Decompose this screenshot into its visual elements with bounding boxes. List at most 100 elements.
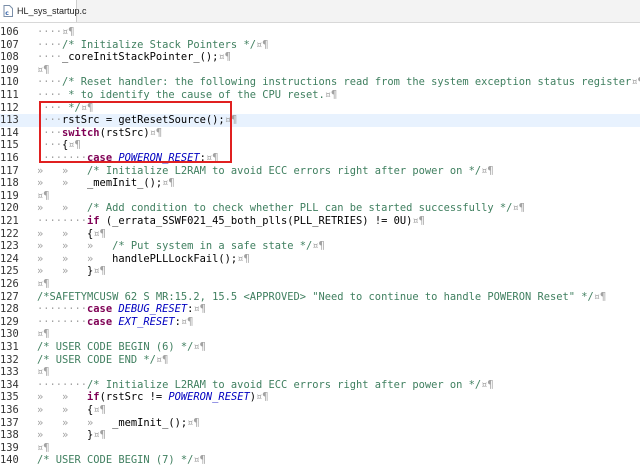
line-number: 120: [0, 202, 19, 215]
code-line[interactable]: 117 » » /* Initialize L2RAM to avoid ECC …: [0, 165, 640, 178]
code-token: if: [87, 391, 100, 404]
line-number: 137: [0, 416, 19, 429]
code-line[interactable]: 119 ¤¶: [0, 190, 640, 203]
line-number: 117: [0, 164, 19, 177]
code-text: ¤¶: [37, 64, 50, 77]
code-token: ¤¶: [255, 38, 269, 51]
line-number: 133: [0, 366, 19, 379]
code-token: case: [87, 303, 113, 316]
code-token: ¤¶: [93, 227, 106, 240]
line-number: 106: [0, 26, 19, 38]
code-line[interactable]: 133 ¤¶: [0, 366, 640, 379]
code-token: EXT_RESET: [118, 315, 175, 328]
code-editor[interactable]: 106 ····¤¶ 107 ····/* Initialize Stack Poin…: [0, 23, 640, 465]
code-token: » »: [37, 227, 88, 240]
line-number: 129: [0, 315, 19, 328]
code-line[interactable]: 127 /*SAFETYMCUSW 62 S MR:15.2, 15.5 <APP…: [0, 291, 640, 304]
code-token: » »: [37, 177, 88, 190]
line-number: 139: [0, 441, 19, 454]
line-number: 109: [0, 63, 19, 76]
code-text: » » }¤¶: [37, 265, 106, 278]
code-token: » » »: [37, 240, 113, 253]
code-token: /* USER CODE BEGIN (6) */: [37, 341, 194, 353]
line-number: 123: [0, 240, 19, 253]
code-text: » » » /* Put system in a safe state */¤¶: [37, 240, 325, 253]
code-token: ¤¶: [512, 202, 525, 215]
code-token: /* Reset handler: the following instruct…: [62, 76, 632, 89]
code-token: ¤¶: [593, 290, 607, 303]
line-number: 126: [0, 278, 19, 290]
code-line[interactable]: 131 /* USER CODE BEGIN (6) */¤¶: [0, 341, 640, 354]
line-number: 113: [0, 114, 19, 127]
code-token: ¤¶: [37, 189, 50, 202]
code-text: » » » _memInit_();¤¶: [37, 417, 200, 430]
code-line[interactable]: 121 ········if (_errata_SSWF021_45_both_p…: [0, 215, 640, 228]
code-line[interactable]: 138 » » }¤¶: [0, 429, 640, 442]
code-text: ········/* Initialize L2RAM to avoid ECC…: [37, 379, 494, 392]
code-token: ¤¶: [37, 366, 50, 379]
code-line[interactable]: 110 ····/* Reset handler: the following i…: [0, 76, 640, 89]
line-number: 138: [0, 429, 19, 442]
code-token: ¤¶: [193, 303, 206, 316]
annotation-box: [39, 101, 232, 163]
code-line[interactable]: 108 ····_coreInitStackPointer_();¤¶: [0, 51, 640, 64]
code-line[interactable]: 125 » » }¤¶: [0, 265, 640, 278]
code-text: ¤¶: [37, 366, 50, 379]
code-text: » » _memInit_();¤¶: [37, 177, 175, 190]
code-line[interactable]: 137 » » » _memInit_();¤¶: [0, 417, 640, 430]
code-text: » » {¤¶: [37, 404, 106, 417]
code-token: ¤¶: [218, 51, 231, 64]
code-line[interactable]: 126 ¤¶: [0, 278, 640, 291]
code-token: /* USER CODE BEGIN (7) */: [37, 454, 194, 465]
code-token: » »: [37, 265, 88, 278]
c-source-file-icon: c: [3, 5, 13, 17]
line-number: 132: [0, 353, 19, 366]
code-token: /* Add condition to check whether PLL ca…: [87, 202, 513, 215]
code-line[interactable]: 128 ········case DEBUG_RESET:¤¶: [0, 303, 640, 316]
code-token: _coreInitStackPointer_();: [62, 51, 219, 64]
editor-tab[interactable]: c HL_sys_startup.c: [0, 0, 87, 22]
code-line[interactable]: 124 » » » handlePLLLockFail();¤¶: [0, 253, 640, 266]
code-token: /* Initialize L2RAM to avoid ECC errors …: [87, 378, 482, 391]
code-text: » » if(rstSrc != POWERON_RESET)¤¶: [37, 391, 269, 404]
code-token: _memInit_();: [112, 416, 188, 429]
code-token: » » »: [37, 252, 113, 265]
code-token: /* USER CODE END */: [37, 353, 156, 366]
code-line[interactable]: 109 ¤¶: [0, 64, 640, 77]
code-line[interactable]: 122 » » {¤¶: [0, 228, 640, 241]
code-line[interactable]: 123 » » » /* Put system in a safe state *…: [0, 240, 640, 253]
line-number: 127: [0, 290, 19, 303]
code-line[interactable]: 139 ¤¶: [0, 442, 640, 455]
code-token: ¤¶: [93, 265, 106, 278]
code-line[interactable]: 136 » » {¤¶: [0, 404, 640, 417]
code-token: ¤¶: [37, 63, 50, 76]
code-token: ········: [37, 303, 88, 316]
code-token: /* Initialize L2RAM to avoid ECC errors …: [87, 164, 482, 177]
code-line[interactable]: 118 » » _memInit_();¤¶: [0, 177, 640, 190]
code-line[interactable]: 129 ········case EXT_RESET:¤¶: [0, 316, 640, 329]
code-line[interactable]: 135 » » if(rstSrc != POWERON_RESET)¤¶: [0, 391, 640, 404]
code-line[interactable]: 140 /* USER CODE BEGIN (7) */¤¶: [0, 454, 640, 465]
code-token: /*SAFETYMCUSW 62 S MR:15.2, 15.5 <APPROV…: [37, 290, 594, 303]
code-line[interactable]: 111 ···· * to identify the cause of the C…: [0, 89, 640, 102]
code-line[interactable]: 106 ····¤¶: [0, 26, 640, 39]
line-number: 114: [0, 126, 19, 139]
code-token: ¤¶: [37, 441, 50, 454]
code-line[interactable]: 120 » » /* Add condition to check whether…: [0, 202, 640, 215]
code-token: ········: [37, 378, 88, 391]
code-line[interactable]: 107 ····/* Initialize Stack Pointers */¤¶: [0, 39, 640, 52]
code-line[interactable]: 134 ········/* Initialize L2RAM to avoid …: [0, 379, 640, 392]
code-text: ········case EXT_RESET:¤¶: [37, 316, 193, 329]
line-number: 108: [0, 51, 19, 64]
code-token: ¤¶: [193, 341, 206, 353]
code-line[interactable]: 130 ¤¶: [0, 328, 640, 341]
line-number: 134: [0, 378, 19, 391]
code-token: » »: [37, 164, 88, 177]
code-token: ¤¶: [37, 278, 50, 290]
line-number: 115: [0, 139, 19, 152]
code-line[interactable]: 132 /* USER CODE END */¤¶: [0, 354, 640, 367]
code-token: ¤¶: [155, 353, 169, 366]
code-text: ····¤¶: [37, 26, 75, 39]
code-token: » »: [37, 202, 88, 215]
code-token: ¤¶: [162, 177, 175, 190]
